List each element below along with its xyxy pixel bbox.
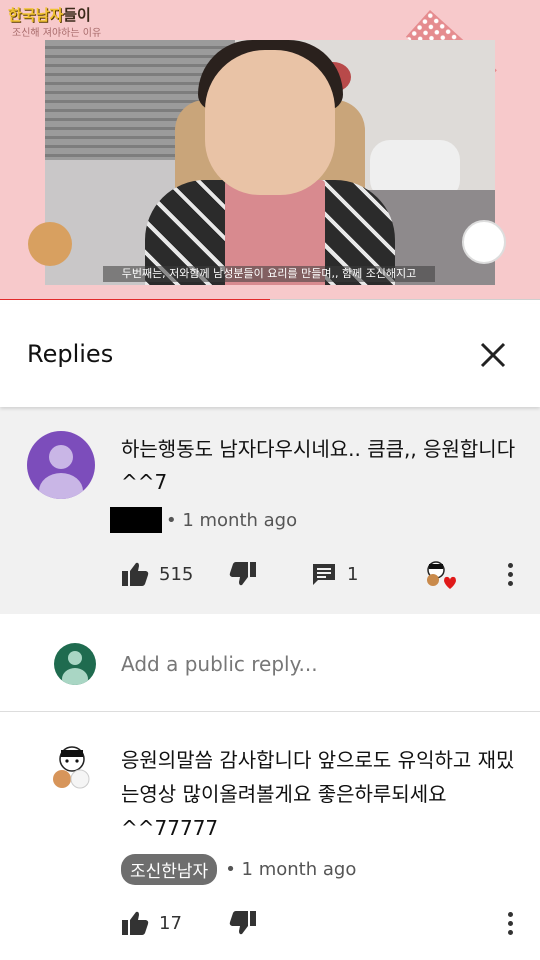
- more-options-button[interactable]: [503, 557, 517, 591]
- channel-owner-badge[interactable]: 조신한남자: [121, 853, 218, 885]
- video-overlay-title: 한국남자들이: [8, 6, 91, 24]
- samoyed-sticker: [462, 220, 506, 264]
- reply-count: 1: [347, 563, 359, 585]
- video-overlay-subtitle: 조신해 져야하는 이유: [12, 28, 102, 39]
- reply-count-button[interactable]: 1: [311, 557, 358, 591]
- avatar[interactable]: [27, 431, 95, 499]
- add-reply-box: Add a public reply...: [0, 614, 540, 712]
- like-count: 515: [159, 563, 194, 585]
- video-frame: [45, 40, 495, 285]
- reply-comment: 응원의말씀 감사합니다 앞으로도 유익하고 재밌는영상 많이올려볼게요 좋은하루…: [0, 713, 540, 960]
- comment-text: 하는행동도 남자다우시네요.. 큼큼,, 응원합니다^^7: [121, 437, 516, 494]
- reply-like-button[interactable]: 17: [121, 906, 182, 940]
- comment-icon: [313, 564, 335, 585]
- close-icon: [480, 342, 506, 368]
- video-progress-bar[interactable]: [0, 299, 540, 300]
- redacted-username: [110, 507, 162, 533]
- reply-more-options-button[interactable]: [503, 906, 517, 940]
- reply-time: • 1 month ago: [225, 858, 357, 880]
- reply-actions: 17: [121, 906, 521, 940]
- video-player[interactable]: 한국남자들이 조신해 져야하는 이유 두번째는, 저와함께 남성분들이 요리를 …: [0, 0, 540, 300]
- comment-meta: • 1 month ago: [110, 507, 297, 533]
- comment-actions: 515 1: [121, 557, 521, 591]
- like-button[interactable]: 515: [121, 557, 193, 591]
- comment-time: • 1 month ago: [166, 509, 298, 531]
- thumbs-down-icon: [229, 562, 256, 586]
- pomeranian-sticker: [28, 222, 72, 266]
- channel-avatar[interactable]: [50, 743, 94, 791]
- thumbs-down-icon: [229, 911, 256, 935]
- reply-input[interactable]: Add a public reply...: [121, 652, 318, 676]
- thumbs-up-icon: [122, 562, 149, 586]
- user-avatar: [54, 643, 96, 685]
- reply-meta: 조신한남자 • 1 month ago: [121, 853, 357, 885]
- replies-title: Replies: [27, 340, 114, 368]
- close-button[interactable]: [473, 335, 513, 375]
- creator-heart-icon: [423, 559, 457, 593]
- reply-like-count: 17: [159, 912, 182, 934]
- video-progress-fill: [0, 299, 270, 300]
- dislike-button[interactable]: [229, 557, 257, 591]
- replies-header: Replies: [0, 304, 540, 407]
- thumbs-up-icon: [122, 911, 149, 935]
- reply-dislike-button[interactable]: [229, 906, 257, 940]
- reply-text: 응원의말씀 감사합니다 앞으로도 유익하고 재밌는영상 많이올려볼게요 좋은하루…: [121, 748, 515, 840]
- parent-comment: 하는행동도 남자다우시네요.. 큼큼,, 응원합니다^^7 • 1 month …: [0, 407, 540, 614]
- video-caption: 두번째는, 저와함께 남성분들이 요리를 만들며,, 함께 조신해지고: [103, 266, 435, 282]
